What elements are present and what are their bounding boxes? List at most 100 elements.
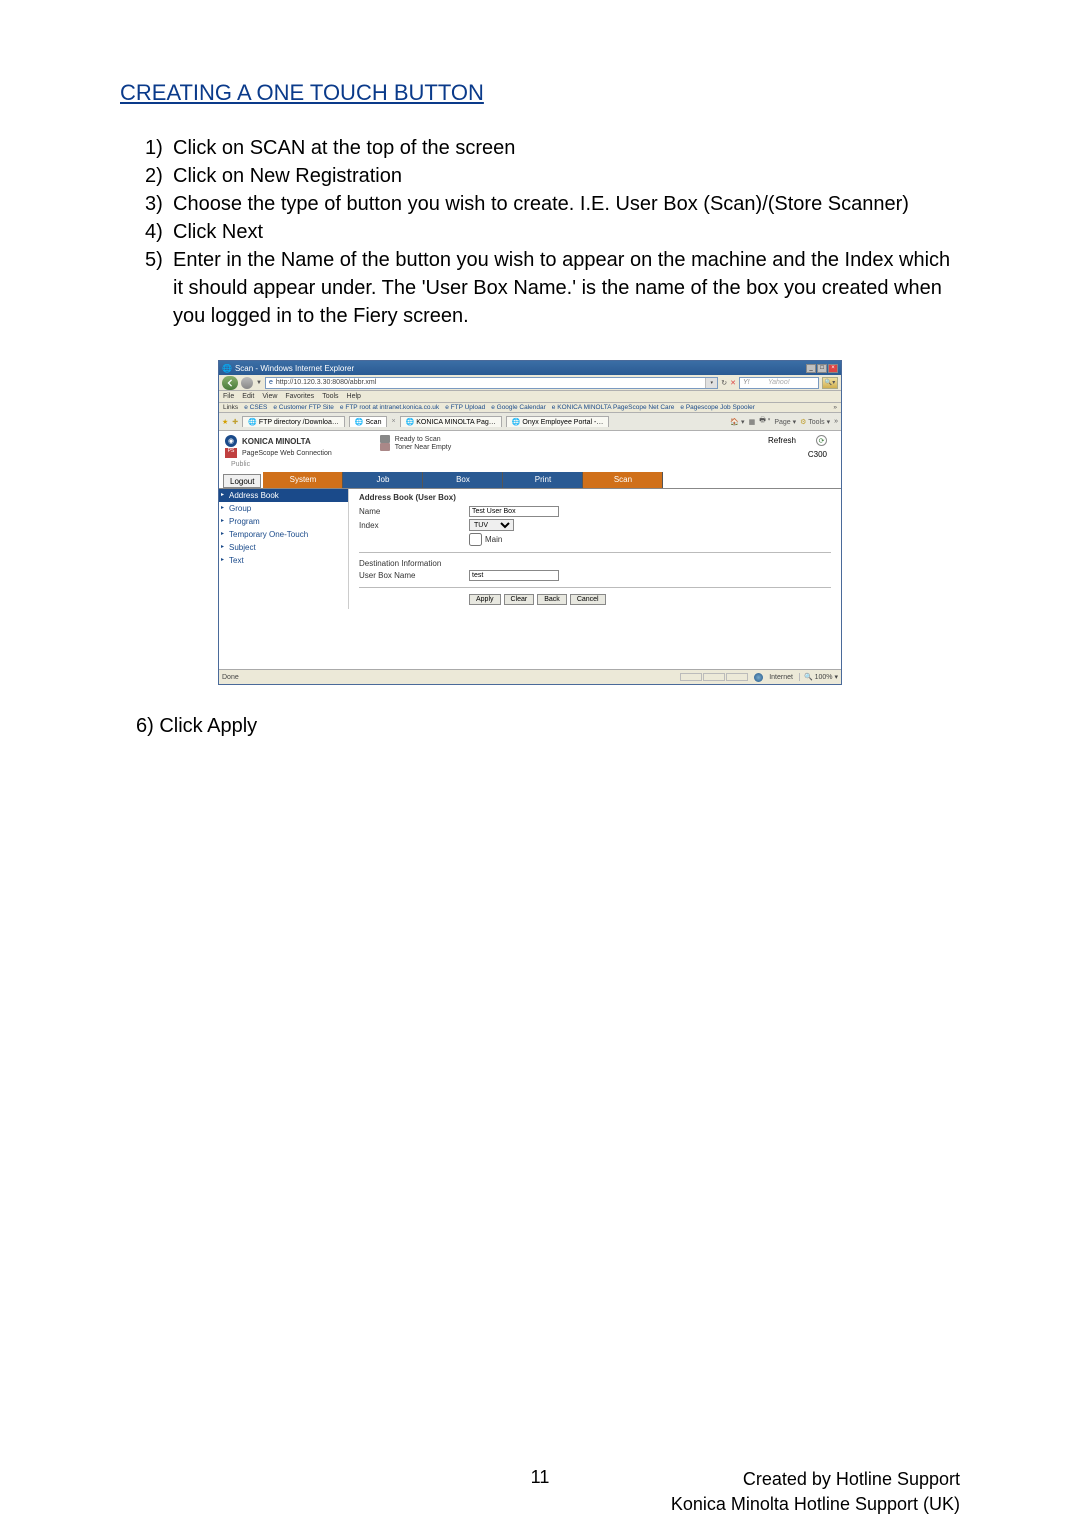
cancel-button[interactable]: Cancel bbox=[570, 594, 606, 605]
add-favorites-icon[interactable]: ✚ bbox=[232, 418, 238, 426]
page-number: 11 bbox=[510, 1467, 570, 1488]
toner-icon bbox=[380, 443, 390, 451]
window-titlebar: 🌐Scan - Windows Internet Explorer _ □ × bbox=[219, 361, 841, 375]
menu-help[interactable]: Help bbox=[347, 393, 361, 400]
status-toner: Toner Near Empty bbox=[395, 444, 451, 451]
search-go-button[interactable]: 🔍▾ bbox=[822, 377, 838, 389]
sidebar: Address Book Group Program Temporary One… bbox=[219, 489, 349, 609]
print-icon[interactable]: 🖶 ▾ bbox=[759, 416, 770, 427]
step-5: Enter in the Name of the button you wish… bbox=[173, 246, 960, 330]
minimize-icon[interactable]: _ bbox=[806, 364, 816, 373]
main-label: Main bbox=[485, 535, 502, 544]
maximize-icon[interactable]: □ bbox=[817, 364, 827, 373]
steps-list: 1)Click on SCAN at the top of the screen… bbox=[145, 134, 960, 330]
step-6: 6) Click Apply bbox=[136, 715, 960, 738]
feed-icon[interactable]: ▦ bbox=[749, 418, 756, 426]
menu-edit[interactable]: Edit bbox=[242, 393, 254, 400]
index-label: Index bbox=[359, 521, 469, 530]
favorites-icon[interactable]: ★ bbox=[222, 418, 228, 426]
footer-credit: Created by Hotline Support Konica Minolt… bbox=[671, 1467, 960, 1517]
nav-tabs: Logout System Job Box Print Scan bbox=[219, 472, 841, 489]
brand-name: KONICA MINOLTA bbox=[242, 437, 311, 446]
navtab-print[interactable]: Print bbox=[503, 472, 583, 488]
tab-km[interactable]: 🌐 KONICA MINOLTA Pag… bbox=[400, 416, 502, 427]
menu-tools[interactable]: Tools bbox=[322, 393, 338, 400]
sidebar-item-temp-onetouch[interactable]: Temporary One-Touch bbox=[219, 528, 348, 541]
back-button[interactable] bbox=[222, 376, 238, 390]
link-job-spooler[interactable]: e Pagescope Job Spooler bbox=[680, 404, 754, 411]
model-label: C300 bbox=[768, 450, 827, 459]
km-logo-icon: ◉ bbox=[225, 435, 237, 447]
page-menu[interactable]: Page ▾ bbox=[774, 418, 796, 426]
step-1: Click on SCAN at the top of the screen bbox=[173, 134, 960, 162]
page-heading: CREATING A ONE TOUCH BUTTON bbox=[120, 80, 960, 106]
tools-menu[interactable]: ⚙ Tools ▾ bbox=[800, 418, 830, 426]
sidebar-item-program[interactable]: Program bbox=[219, 515, 348, 528]
status-bar: Done Internet 🔍 100% ▾ bbox=[219, 669, 841, 684]
menu-favorites[interactable]: Favorites bbox=[285, 393, 314, 400]
dropdown-icon[interactable]: ▼ bbox=[256, 380, 262, 386]
brand-sub: PageScope Web Connection bbox=[242, 450, 332, 457]
internet-zone-icon bbox=[754, 673, 763, 682]
index-select[interactable]: TUV bbox=[469, 519, 514, 531]
refresh-label: Refresh bbox=[768, 436, 796, 445]
search-provider-icon: Y! bbox=[743, 379, 750, 386]
tab-onyx[interactable]: 🌐 Onyx Employee Portal -… bbox=[506, 416, 610, 427]
statusbar-left: Done bbox=[222, 674, 239, 681]
back-button-form[interactable]: Back bbox=[537, 594, 567, 605]
chevron-down-icon[interactable]: ▾ bbox=[705, 378, 717, 388]
tabs-row: ★ ✚ 🌐 FTP directory /Downloa… 🌐 Scan × 🌐… bbox=[219, 413, 841, 431]
step-2: Click on New Registration bbox=[173, 162, 960, 190]
embedded-screenshot: 🌐Scan - Windows Internet Explorer _ □ × … bbox=[218, 360, 842, 685]
tab-ftp[interactable]: 🌐 FTP directory /Downloa… bbox=[242, 416, 345, 427]
pagescope-icon: PS bbox=[225, 448, 237, 458]
link-google-cal[interactable]: e Google Calendar bbox=[491, 404, 546, 411]
refresh-x-icon[interactable]: ↻ bbox=[721, 379, 727, 387]
navtab-box[interactable]: Box bbox=[423, 472, 503, 488]
link-ftp-root[interactable]: e FTP root at intranet.konica.co.uk bbox=[340, 404, 439, 411]
window-title: 🌐Scan - Windows Internet Explorer bbox=[222, 364, 354, 373]
tab-scan[interactable]: 🌐 Scan bbox=[349, 416, 388, 427]
form-title: Address Book (User Box) bbox=[359, 493, 831, 502]
link-km-netcare[interactable]: e KONICA MINOLTA PageScope Net Care bbox=[552, 404, 675, 411]
menu-file[interactable]: File bbox=[223, 393, 234, 400]
stop-icon[interactable]: ✕ bbox=[730, 379, 736, 387]
printer-icon bbox=[380, 435, 390, 443]
home-icon[interactable]: 🏠 ▾ bbox=[730, 418, 744, 426]
logout-button[interactable]: Logout bbox=[223, 474, 261, 488]
sidebar-item-address-book[interactable]: Address Book bbox=[219, 489, 348, 502]
zoom-label[interactable]: 🔍 100% ▾ bbox=[799, 673, 838, 681]
menu-view[interactable]: View bbox=[262, 393, 277, 400]
link-cses[interactable]: e CSES bbox=[244, 404, 267, 411]
navtab-scan[interactable]: Scan bbox=[583, 472, 663, 488]
apply-button[interactable]: Apply bbox=[469, 594, 501, 605]
menu-bar: File Edit View Favorites Tools Help bbox=[219, 391, 841, 403]
main-checkbox[interactable] bbox=[469, 533, 482, 546]
name-input[interactable] bbox=[469, 506, 559, 517]
link-ftp-upload[interactable]: e FTP Upload bbox=[445, 404, 485, 411]
search-input[interactable]: Y! Yahoo! bbox=[739, 377, 819, 389]
expand-icon[interactable]: » bbox=[834, 418, 838, 425]
userbox-input[interactable] bbox=[469, 570, 559, 581]
name-label: Name bbox=[359, 507, 469, 516]
close-icon[interactable]: × bbox=[828, 364, 838, 373]
public-label: Public bbox=[231, 461, 250, 468]
forward-button[interactable] bbox=[241, 377, 253, 389]
sidebar-item-subject[interactable]: Subject bbox=[219, 541, 348, 554]
navtab-job[interactable]: Job bbox=[343, 472, 423, 488]
refresh-icon[interactable]: ⟳ bbox=[816, 435, 827, 446]
userbox-label: User Box Name bbox=[359, 571, 469, 580]
clear-button[interactable]: Clear bbox=[504, 594, 535, 605]
more-links-icon[interactable]: » bbox=[833, 404, 837, 411]
step-4: Click Next bbox=[173, 218, 960, 246]
status-ready: Ready to Scan bbox=[395, 436, 441, 443]
links-bar: Links e CSES e Customer FTP Site e FTP r… bbox=[219, 403, 841, 413]
sidebar-item-text[interactable]: Text bbox=[219, 554, 348, 567]
navtab-system[interactable]: System bbox=[263, 472, 343, 488]
sidebar-item-group[interactable]: Group bbox=[219, 502, 348, 515]
address-bar[interactable]: e http://10.120.3.30:8080/abbr.xml ▾ bbox=[265, 377, 718, 389]
zone-label: Internet bbox=[769, 674, 793, 681]
step-3: Choose the type of button you wish to cr… bbox=[173, 190, 960, 218]
dest-title: Destination Information bbox=[359, 559, 831, 568]
link-ftp-site[interactable]: e Customer FTP Site bbox=[273, 404, 334, 411]
